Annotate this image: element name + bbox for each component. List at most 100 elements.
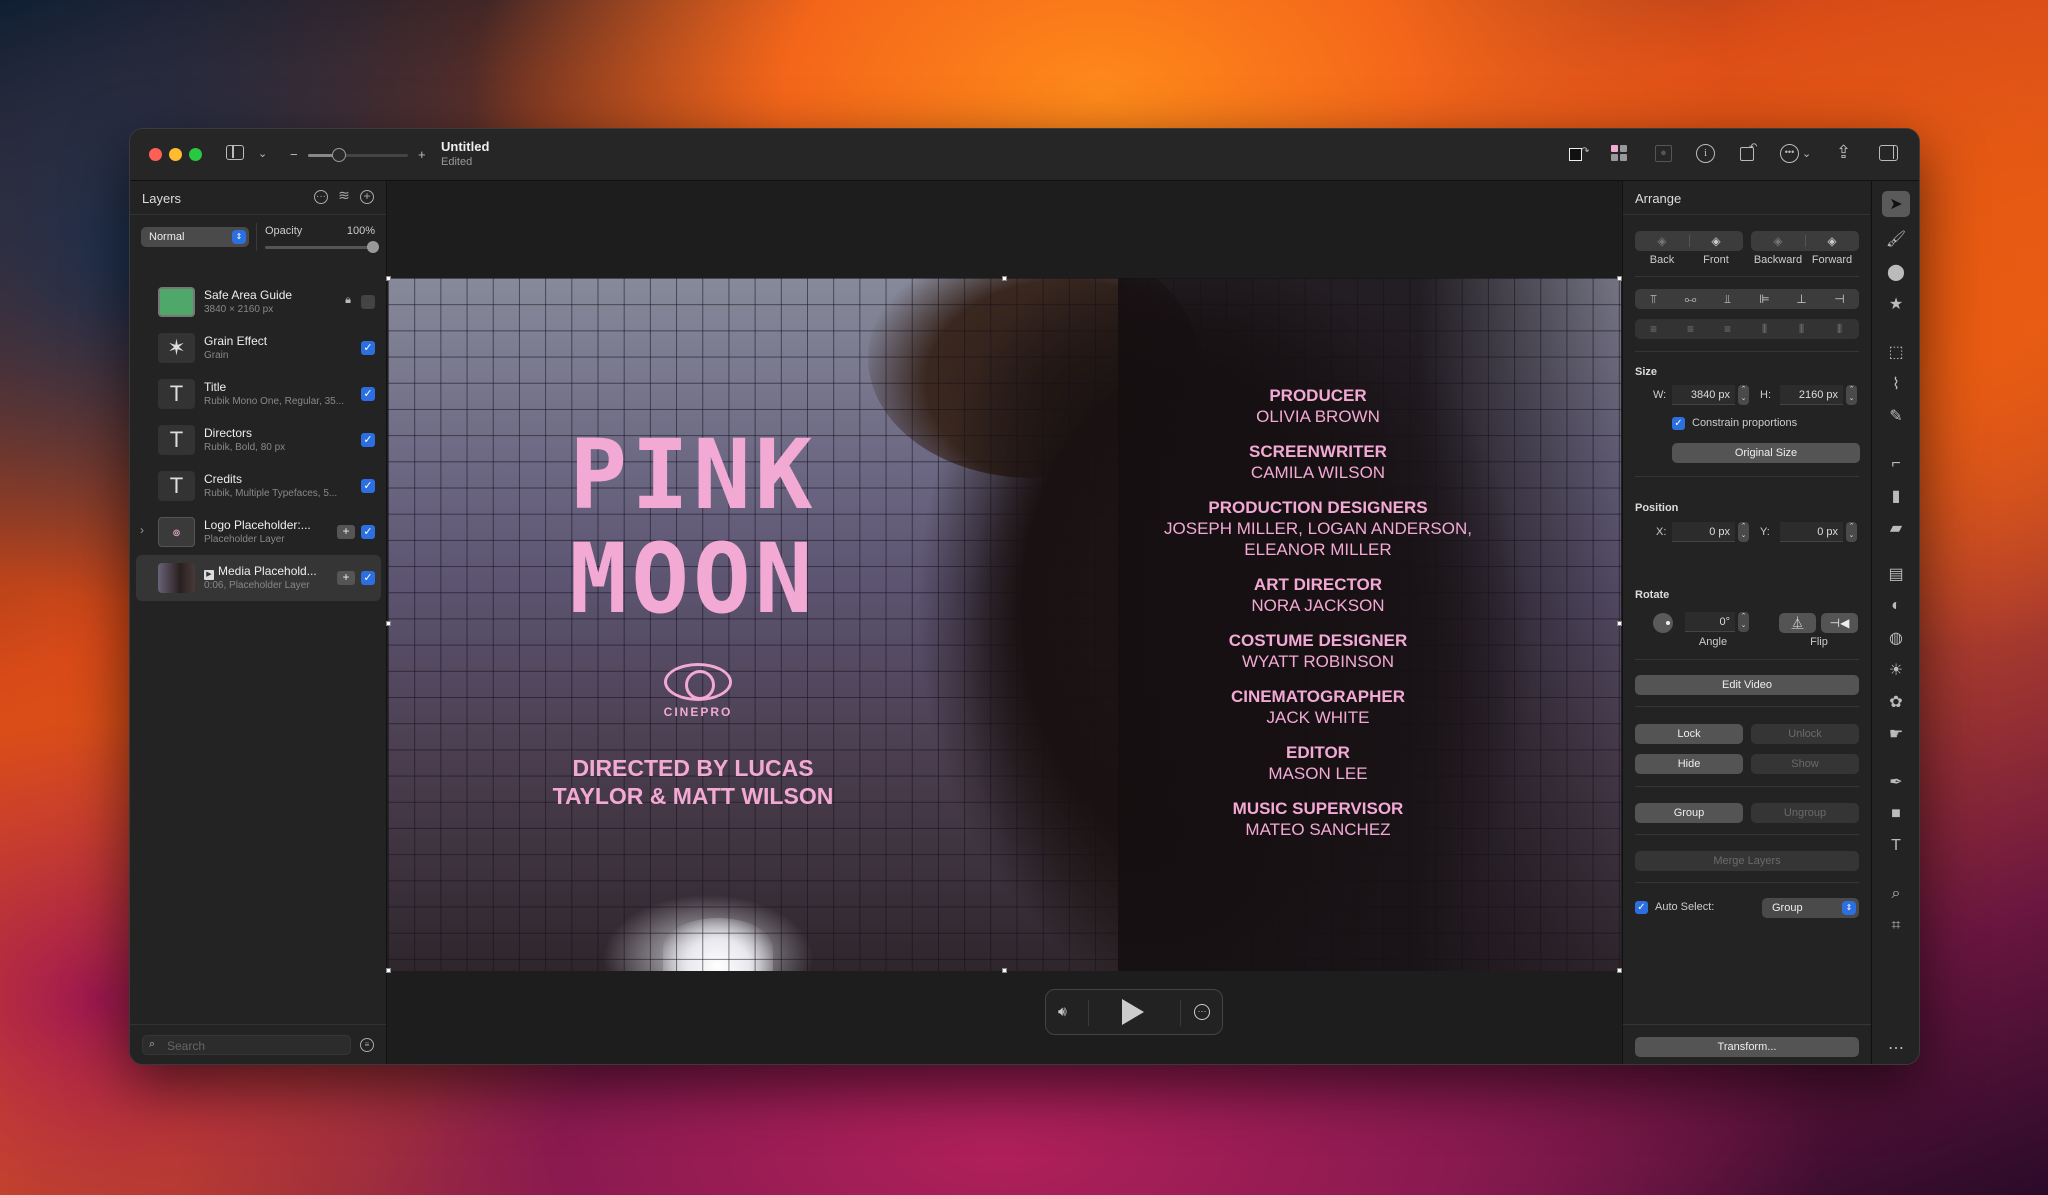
share-icon[interactable]: ⇪ bbox=[1836, 142, 1851, 162]
visibility-checkbox[interactable]: ✓ bbox=[361, 525, 375, 539]
original-size-button[interactable]: Original Size bbox=[1672, 443, 1860, 463]
cinepro-logo[interactable]: CINEPRO bbox=[658, 663, 738, 719]
group-button[interactable]: Group bbox=[1635, 803, 1743, 823]
more-tools-icon[interactable]: ⋯ bbox=[1882, 1035, 1910, 1061]
more-icon[interactable]: ··· bbox=[1194, 1004, 1210, 1020]
layer-grain-effect[interactable]: ✶ Grain Effect Grain ✓ bbox=[136, 325, 381, 371]
style-brush-icon[interactable]: 🖌︎ bbox=[1882, 226, 1910, 252]
x-position-field[interactable]: 0 px bbox=[1672, 522, 1735, 542]
shape-icon[interactable]: ■ bbox=[1882, 801, 1910, 827]
y-stepper[interactable]: ⌃ ⌄ bbox=[1846, 522, 1857, 542]
lock-icon[interactable]: 🔒︎ bbox=[345, 294, 351, 307]
flip-horizontal-button[interactable]: ⏅ bbox=[1779, 613, 1816, 633]
zoom-slider[interactable] bbox=[308, 148, 408, 162]
transform-button[interactable]: Transform... bbox=[1635, 1037, 1859, 1057]
paint-brush-icon[interactable]: ⌐ bbox=[1882, 451, 1910, 477]
zoom-window-button[interactable] bbox=[189, 148, 202, 161]
resize-handle-bottom[interactable] bbox=[1002, 968, 1007, 973]
lasso-select-icon[interactable]: ⌇ bbox=[1882, 371, 1910, 397]
arrange-tool-icon[interactable]: ➤ bbox=[1882, 191, 1910, 217]
angle-stepper[interactable]: ⌃ ⌄ bbox=[1738, 612, 1749, 632]
layer-logo-placeholder[interactable]: › ◎ Logo Placeholder:... Placeholder Lay… bbox=[136, 509, 381, 555]
chevron-right-icon[interactable]: › bbox=[140, 523, 144, 537]
add-content-button[interactable]: + bbox=[337, 525, 355, 539]
zoom-slider-knob[interactable] bbox=[332, 148, 346, 162]
smudge-icon[interactable]: ☛ bbox=[1882, 721, 1910, 747]
hide-button[interactable]: Hide bbox=[1635, 754, 1743, 774]
crop-icon[interactable]: ⌗ bbox=[1882, 913, 1910, 939]
more-options-icon[interactable]: ··· bbox=[314, 190, 328, 204]
chevron-down-icon[interactable]: ⌄ bbox=[258, 144, 267, 164]
info-icon[interactable]: i bbox=[1696, 144, 1715, 163]
resize-handle-tl[interactable] bbox=[386, 276, 391, 281]
send-backward-icon[interactable]: ◈ bbox=[1751, 231, 1805, 251]
film-title[interactable]: PINK MOON bbox=[508, 423, 878, 631]
photo-grid-icon[interactable] bbox=[1611, 145, 1629, 163]
visibility-checkbox[interactable]: ✓ bbox=[361, 433, 375, 447]
light-icon[interactable]: ☀ bbox=[1882, 657, 1910, 683]
visibility-checkbox[interactable]: ✓ bbox=[361, 571, 375, 585]
flip-vertical-button[interactable]: ⊣◀ bbox=[1821, 613, 1858, 633]
width-stepper[interactable]: ⌃ ⌄ bbox=[1738, 385, 1749, 405]
add-layer-icon[interactable]: + bbox=[360, 190, 374, 204]
x-stepper[interactable]: ⌃ ⌄ bbox=[1738, 522, 1749, 542]
visibility-checkbox[interactable]: ✓ bbox=[361, 479, 375, 493]
layer-directors[interactable]: T Directors Rubik, Bold, 80 px ✓ bbox=[136, 417, 381, 463]
constrain-proportions-checkbox[interactable]: ✓ bbox=[1672, 417, 1685, 430]
credits-block[interactable]: PRODUCER OLIVIA BROWN SCREENWRITER CAMIL… bbox=[1148, 386, 1488, 855]
bring-to-front-icon[interactable]: ◈ bbox=[1689, 231, 1743, 251]
layer-credits[interactable]: T Credits Rubik, Multiple Typefaces, 5..… bbox=[136, 463, 381, 509]
rotation-dial[interactable] bbox=[1653, 613, 1673, 633]
align-top-icon[interactable]: ⫪ bbox=[1635, 289, 1672, 309]
height-field[interactable]: 2160 px bbox=[1780, 385, 1843, 405]
auto-select-checkbox[interactable]: ✓ bbox=[1635, 901, 1648, 914]
resize-handle-top[interactable] bbox=[1002, 276, 1007, 281]
angle-field[interactable]: 0° bbox=[1685, 612, 1735, 632]
color-adjust-icon[interactable]: ⬤ bbox=[1882, 259, 1910, 285]
volume-icon[interactable]: 🔊︎ bbox=[1058, 1003, 1067, 1020]
align-bottom-icon[interactable]: ⫫ bbox=[1709, 289, 1746, 309]
retouch-icon[interactable]: ◐ bbox=[1882, 593, 1910, 619]
blend-mode-select[interactable]: Normal ⇕ bbox=[141, 227, 249, 247]
text-tool-icon[interactable]: T bbox=[1882, 833, 1910, 859]
width-field[interactable]: 3840 px bbox=[1672, 385, 1735, 405]
rotate-icon[interactable]: ↶ bbox=[1740, 142, 1757, 161]
magic-select-icon[interactable]: ✎ bbox=[1882, 403, 1910, 429]
eraser-icon[interactable]: ▰ bbox=[1882, 515, 1910, 541]
resize-handle-bl[interactable] bbox=[386, 968, 391, 973]
visibility-checkbox[interactable] bbox=[361, 295, 375, 309]
layer-search-input[interactable]: ⌕ Search bbox=[142, 1035, 351, 1055]
send-to-back-icon[interactable]: ◈ bbox=[1635, 231, 1689, 251]
align-center-icon[interactable]: ⊥ bbox=[1783, 289, 1820, 309]
layers-stack-icon[interactable]: ≋ bbox=[337, 188, 351, 204]
resize-handle-left[interactable] bbox=[386, 621, 391, 626]
y-position-field[interactable]: 0 px bbox=[1780, 522, 1843, 542]
effects-star-icon[interactable]: ★ bbox=[1882, 291, 1910, 317]
directors-text[interactable]: DIRECTED BY LUCAS TAYLOR & MATT WILSON bbox=[508, 754, 878, 810]
minimize-button[interactable] bbox=[169, 148, 182, 161]
color-icon[interactable]: ✿ bbox=[1882, 689, 1910, 715]
close-button[interactable] bbox=[149, 148, 162, 161]
artboard[interactable]: PINK MOON CINEPRO DIRECTED BY LUCAS TAYL… bbox=[388, 278, 1621, 971]
align-right-icon[interactable]: ⊣ bbox=[1820, 289, 1859, 309]
paint-bucket-icon[interactable]: ▮ bbox=[1882, 483, 1910, 509]
visibility-checkbox[interactable]: ✓ bbox=[361, 387, 375, 401]
align-left-icon[interactable]: ⊫ bbox=[1746, 289, 1783, 309]
align-middle-icon[interactable]: ⧟ bbox=[1672, 289, 1709, 309]
zoom-in-button[interactable]: + bbox=[418, 145, 426, 165]
more-icon[interactable]: ••• bbox=[1780, 144, 1799, 163]
edit-video-button[interactable]: Edit Video bbox=[1635, 675, 1859, 695]
zoom-tool-icon[interactable]: ⌕ bbox=[1882, 881, 1910, 907]
layer-safe-area-guide[interactable]: Safe Area Guide 3840 × 2160 px 🔒︎ bbox=[136, 279, 381, 325]
sidebar-right-icon[interactable] bbox=[1879, 145, 1898, 161]
sidebar-left-icon[interactable] bbox=[226, 145, 244, 160]
opacity-slider[interactable] bbox=[265, 241, 379, 253]
lock-button[interactable]: Lock bbox=[1635, 724, 1743, 744]
filter-icon[interactable]: ≡ bbox=[360, 1038, 374, 1052]
color-swap-icon[interactable]: ↷ bbox=[1569, 144, 1591, 166]
auto-select-popup[interactable]: Group ⇕ bbox=[1762, 898, 1859, 918]
zoom-out-button[interactable]: − bbox=[290, 145, 298, 165]
rect-select-icon[interactable]: ⬚ bbox=[1882, 339, 1910, 365]
pen-icon[interactable]: ✒ bbox=[1882, 769, 1910, 795]
opacity-slider-knob[interactable] bbox=[367, 241, 379, 253]
